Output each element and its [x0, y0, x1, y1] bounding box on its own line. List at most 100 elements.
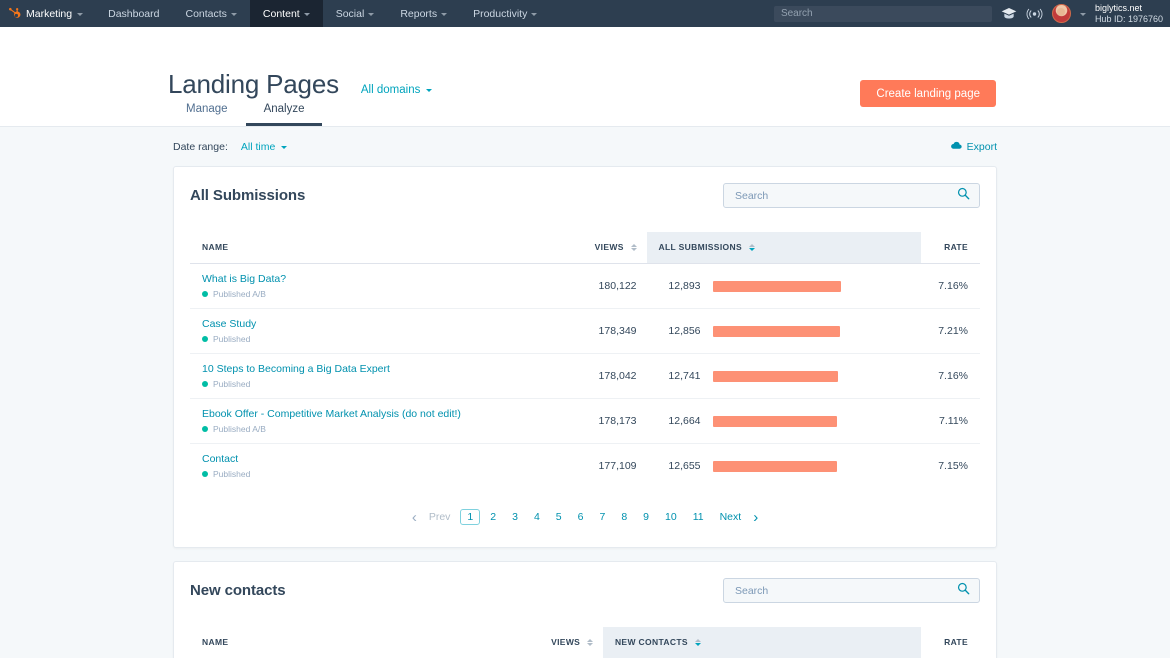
status-dot-icon [202, 336, 208, 342]
page-button-11[interactable]: 11 [685, 509, 712, 525]
export-button[interactable]: Export [950, 141, 997, 153]
cell-rate: 7.16% [920, 353, 980, 399]
sort-arrows-icon[interactable] [586, 639, 593, 647]
page-name-link[interactable]: Ebook Offer - Competitive Market Analysi… [202, 408, 573, 420]
page-name-link[interactable]: What is Big Data? [202, 273, 573, 285]
cell-metric: 12,664 [646, 398, 921, 444]
search-icon[interactable] [957, 187, 970, 205]
nav-item-content[interactable]: Content [249, 0, 323, 27]
tab-analyze[interactable]: Analyze [245, 103, 323, 126]
create-landing-page-button[interactable]: Create landing page [860, 80, 996, 107]
status-dot-icon [202, 426, 208, 432]
date-range-dropdown[interactable]: All time [240, 141, 288, 153]
nav-item-label: Productivity [473, 7, 528, 20]
nav-item-label: Reports [400, 7, 438, 20]
sort-arrows-icon[interactable] [748, 244, 755, 252]
chevron-down-icon [230, 12, 237, 16]
page-name-link[interactable]: Contact [202, 453, 573, 465]
chevron-down-icon[interactable] [1079, 12, 1086, 16]
page-button-10[interactable]: 10 [657, 509, 685, 525]
table-row[interactable]: 10 Steps to Becoming a Big Data Expert P… [190, 353, 980, 399]
next-chevron-icon[interactable]: › [749, 510, 762, 525]
column-label: NEW CONTACTS [614, 637, 688, 647]
status-badge: Published [202, 334, 573, 344]
page-button-8[interactable]: 8 [613, 509, 635, 525]
prev-page-button: Prev [428, 511, 451, 523]
page-button-3[interactable]: 3 [504, 509, 526, 525]
page-title: Landing Pages [168, 69, 339, 99]
chevron-down-icon [303, 12, 310, 16]
domain-filter-dropdown[interactable]: All domains [361, 84, 433, 96]
nav-item-label: Dashboard [108, 7, 160, 20]
date-range-label: Date range: [173, 141, 228, 153]
account-name: biglytics.net [1094, 2, 1142, 13]
chevron-down-icon [441, 12, 448, 16]
search-icon[interactable] [957, 582, 970, 600]
card-header: New contacts [190, 578, 980, 603]
page-button-1[interactable]: 1 [460, 509, 481, 525]
table-row[interactable]: Contact Published 177,109 12,655 7.15% [190, 444, 980, 489]
submissions-table: NAME VIEWS ALL SUBMISSIONS RATE What is … [190, 232, 980, 488]
column-label: VIEWS [594, 242, 624, 252]
column-header-all-submissions[interactable]: ALL SUBMISSIONS [646, 232, 921, 264]
nav-item-dashboard[interactable]: Dashboard [95, 0, 172, 27]
page-button-5[interactable]: 5 [548, 509, 570, 525]
top-nav-left: Marketing Dashboard Contacts Content Soc… [0, 0, 550, 27]
table-row[interactable]: What is Big Data? Published A/B 180,122 … [190, 263, 980, 309]
card-search-box[interactable] [723, 183, 980, 208]
page-name-link[interactable]: 10 Steps to Becoming a Big Data Expert [202, 363, 573, 375]
status-badge: Published [202, 469, 573, 479]
page-button-6[interactable]: 6 [570, 509, 592, 525]
table-row[interactable]: Ebook Offer - Competitive Market Analysi… [190, 398, 980, 444]
column-label: ALL SUBMISSIONS [658, 242, 743, 252]
new-contacts-card: New contacts NAME VIEWS [173, 561, 997, 658]
column-label: VIEWS [551, 637, 581, 647]
sort-arrows-icon[interactable] [630, 244, 637, 252]
date-range-value: All time [240, 141, 276, 153]
nav-item-productivity[interactable]: Productivity [460, 0, 550, 27]
cell-views: 177,109 [598, 460, 637, 472]
status-label: Published A/B [213, 424, 266, 434]
avatar[interactable] [1051, 4, 1071, 23]
sort-arrows-icon[interactable] [694, 639, 701, 647]
next-page-button[interactable]: Next [712, 509, 750, 525]
page-button-2[interactable]: 2 [482, 509, 504, 525]
page-name-link[interactable]: Case Study [202, 318, 573, 330]
cell-name: Ebook Offer - Competitive Market Analysi… [190, 398, 574, 444]
search-input[interactable] [733, 583, 957, 598]
column-header-new-contacts[interactable]: NEW CONTACTS [602, 627, 922, 658]
account-info[interactable]: biglytics.net Hub ID: 1976760 [1095, 3, 1163, 25]
account-hub-id: Hub ID: 1976760 [1094, 13, 1163, 24]
nav-item-reports[interactable]: Reports [387, 0, 460, 27]
brand-menu[interactable]: Marketing [0, 0, 95, 27]
tab-manage[interactable]: Manage [168, 103, 246, 126]
page-button-9[interactable]: 9 [635, 509, 657, 525]
card-search-box[interactable] [723, 578, 980, 603]
page-button-4[interactable]: 4 [526, 509, 548, 525]
nav-item-contacts[interactable]: Contacts [172, 0, 249, 27]
prev-chevron-icon[interactable]: ‹ [408, 510, 421, 525]
table-body: What is Big Data? Published A/B 180,122 … [190, 263, 980, 489]
nav-item-label: Social [335, 7, 365, 20]
card-title: New contacts [190, 582, 286, 599]
broadcast-icon[interactable] [1026, 8, 1043, 20]
page-button-7[interactable]: 7 [591, 509, 613, 525]
status-badge: Published A/B [202, 424, 573, 434]
column-header-views[interactable]: VIEWS [517, 627, 603, 658]
column-header-views[interactable]: VIEWS [573, 232, 647, 264]
metric-value: 12,856 [668, 325, 701, 337]
cell-rate: 7.16% [920, 263, 980, 309]
search-input[interactable] [733, 188, 957, 203]
new-contacts-table: NAME VIEWS NEW CONTACTS RATE 10 Steps to [190, 627, 980, 658]
export-label: Export [966, 141, 997, 153]
nav-item-social[interactable]: Social [323, 0, 388, 27]
table-row[interactable]: Case Study Published 178,349 12,856 7.21… [190, 308, 980, 354]
chevron-down-icon [426, 88, 433, 92]
status-badge: Published A/B [202, 289, 573, 299]
global-search-input[interactable] [773, 5, 992, 22]
graduation-cap-icon[interactable] [1001, 7, 1017, 21]
metric-value: 12,664 [668, 415, 701, 427]
column-header-rate: RATE [921, 627, 980, 658]
metric-value: 12,893 [668, 280, 701, 292]
page-content: Date range: All time Export All Submissi… [0, 127, 1170, 658]
